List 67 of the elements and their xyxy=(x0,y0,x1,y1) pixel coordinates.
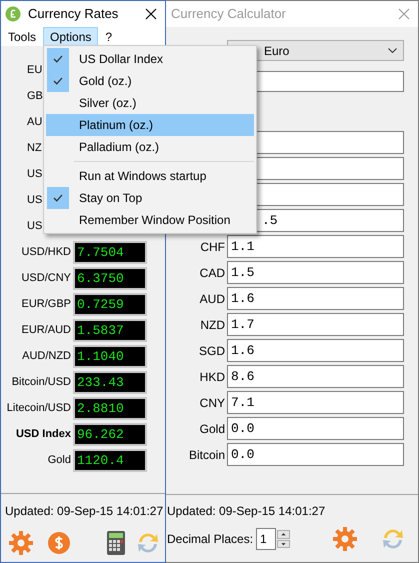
menu-item[interactable]: Tools xyxy=(1,27,44,46)
rate-display: 1.5837 xyxy=(73,319,147,342)
menu-item[interactable]: Stay on Top xyxy=(46,187,254,209)
rate-label: Bitcoin/USD xyxy=(10,375,72,390)
currency-label: CAD xyxy=(198,264,226,282)
updated-text: Updated: 09-Sep-15 14:01:27 xyxy=(167,503,326,520)
currency-label: Gold xyxy=(198,420,226,438)
rate-label: AU xyxy=(26,115,42,130)
decimal-places-label: Decimal Places: xyxy=(167,531,254,548)
rate-label: EUR/GBP xyxy=(20,297,72,312)
close-icon[interactable] xyxy=(145,8,157,20)
currency-label: HKD xyxy=(198,368,226,386)
spinner-buttons[interactable] xyxy=(277,530,290,548)
rate-label: NZ xyxy=(26,141,42,156)
menu-item[interactable]: Silver (oz.) xyxy=(46,92,254,114)
amount-field[interactable]: 1.7 xyxy=(227,313,404,336)
rate-label: USD Index xyxy=(14,427,72,442)
rate-display: 2.8810 xyxy=(73,397,147,420)
decimal-places-field[interactable]: 1 xyxy=(256,528,276,550)
rate-display: 96.262 xyxy=(73,423,147,446)
currency-label: CNY xyxy=(198,394,226,412)
amount-field[interactable]: 1.1 xyxy=(227,235,404,258)
rate-label: EU xyxy=(26,63,42,78)
rate-label: US xyxy=(26,193,42,208)
menu-item[interactable]: Run at Windows startup xyxy=(46,165,254,187)
rate-display: 6.3750 xyxy=(73,267,147,290)
updated-text: Updated: 09-Sep-15 14:01:27 xyxy=(5,503,164,520)
dollar-icon[interactable] xyxy=(47,531,71,555)
chevron-down-icon xyxy=(388,48,397,53)
currency-label: Bitcoin xyxy=(188,446,226,464)
amount-field[interactable]: 0.0 xyxy=(227,443,404,466)
currency-label: SGD xyxy=(198,342,226,360)
menu-item[interactable]: Platinum (oz.) xyxy=(46,114,254,136)
rate-label: Litecoin/USD xyxy=(6,401,72,416)
currency-label: AUD xyxy=(198,290,226,308)
amount-field[interactable]: 0.0 xyxy=(227,417,404,440)
calculator-icon[interactable] xyxy=(107,531,125,555)
rate-label: GB xyxy=(26,89,43,104)
amount-field[interactable]: 1.5 xyxy=(227,261,404,284)
app-icon xyxy=(5,6,21,22)
amount-field[interactable]: 1.6 xyxy=(227,287,404,310)
menu-item[interactable]: Palladium (oz.) xyxy=(46,136,254,158)
amount-field[interactable]: 7.1 xyxy=(227,391,404,414)
checkmark-icon xyxy=(53,77,63,85)
rate-display: 0.7259 xyxy=(73,293,147,316)
rate-display: 1120.4 xyxy=(73,449,147,472)
checkmark-icon xyxy=(53,55,63,63)
menu-item[interactable]: ? xyxy=(98,27,120,46)
rate-label: USD/HKD xyxy=(20,245,72,260)
rate-label: AUD/NZD xyxy=(21,349,72,364)
rate-label: US xyxy=(26,167,42,182)
menu-item[interactable]: Gold (oz.) xyxy=(46,70,254,92)
rate-display: 7.7504 xyxy=(73,241,147,264)
rate-display: 1.1040 xyxy=(73,345,147,368)
checkmark-icon xyxy=(53,194,63,202)
window-title: Currency Rates xyxy=(28,5,118,24)
rate-label: USD/CNY xyxy=(20,271,72,286)
rate-label: US xyxy=(26,219,42,234)
amount-field[interactable]: 8.6 xyxy=(227,365,404,388)
menu-item[interactable]: Options xyxy=(43,27,98,46)
currency-label: NZD xyxy=(199,316,226,334)
rate-label: EUR/AUD xyxy=(20,323,72,338)
window-title: Currency Calculator xyxy=(171,5,286,24)
rate-display: 233.43 xyxy=(73,371,147,394)
rate-label: Gold xyxy=(46,453,72,468)
currency-label: CHF xyxy=(199,238,226,256)
amount-field[interactable]: 1.6 xyxy=(227,339,404,362)
